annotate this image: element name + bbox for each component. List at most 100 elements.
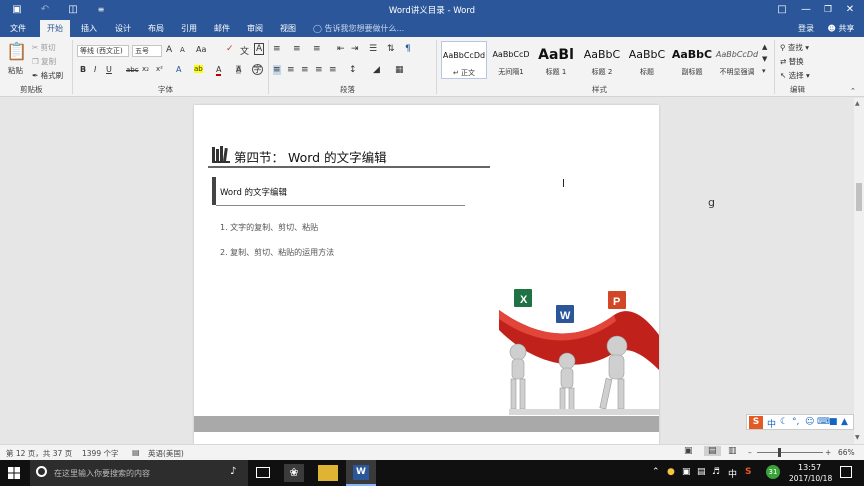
toolbox-icon[interactable]: ■ <box>829 417 838 427</box>
select-button[interactable]: ↖ 选择 ▾ <box>780 70 810 81</box>
restore-icon[interactable]: ❐ <box>818 2 838 18</box>
tray-app-icon[interactable]: ● <box>667 467 675 477</box>
increase-indent-icon[interactable]: ⇥ <box>351 44 359 54</box>
highlight-icon[interactable]: ab <box>194 65 203 73</box>
task-view-icon[interactable] <box>256 467 270 478</box>
style-subtitle[interactable]: AaBbC 副标题 <box>669 41 715 79</box>
find-button[interactable]: ⚲ 查找 ▾ <box>780 42 809 53</box>
styles-scroll-up-icon[interactable]: ▲ <box>762 43 767 51</box>
superscript-icon[interactable]: x² <box>156 65 163 73</box>
print-layout-icon[interactable]: ▤ <box>704 446 721 456</box>
taskbar-search-box[interactable]: 在这里输入你要搜索的内容 ♪ <box>30 460 248 486</box>
style-normal[interactable]: AaBbCcDd ↵ 正文 <box>441 41 487 79</box>
chinese-layout-icon[interactable]: ☰ <box>369 44 377 54</box>
borders-icon[interactable]: ▦ <box>395 65 404 75</box>
shading-icon[interactable]: ◢ <box>373 65 380 75</box>
style-title[interactable]: AaBbC 标题 <box>624 41 670 79</box>
bold-icon[interactable]: B <box>80 65 86 74</box>
distribute-icon[interactable]: ≡ <box>329 65 337 75</box>
show-marks-icon[interactable]: ¶ <box>405 44 411 54</box>
line-spacing-icon[interactable]: ↕ <box>349 65 357 75</box>
language-indicator[interactable]: 英语(美国) <box>148 448 184 459</box>
multilevel-list-icon[interactable]: ≡ <box>313 44 321 54</box>
enclose-char-icon[interactable]: 字 <box>252 64 263 75</box>
tab-design[interactable]: 设计 <box>110 20 136 37</box>
style-no-spacing[interactable]: AaBbCcD 无间隔1 <box>488 41 534 79</box>
tray-monitor-icon[interactable]: ▤ <box>697 467 706 477</box>
scroll-up-icon[interactable]: ▲ <box>855 100 860 107</box>
signin-link[interactable]: 登录 <box>793 20 819 37</box>
font-color-icon[interactable]: A <box>216 65 222 76</box>
clock-time[interactable]: 13:57 <box>798 463 821 472</box>
document-page[interactable]: 第四节： Word 的文字编辑 Word 的文字编辑 1. 文字的复制、剪切、粘… <box>194 105 659 444</box>
tab-home[interactable]: 开始 <box>40 20 70 37</box>
word-taskbar-button[interactable]: W <box>346 460 376 486</box>
font-size-combo[interactable]: 五号 <box>132 45 162 57</box>
tray-expand-icon[interactable]: ⌃ <box>652 467 660 477</box>
vertical-scrollbar[interactable]: ▲ ▼ <box>854 98 864 444</box>
ribbon-display-icon[interactable]: □ <box>772 2 792 18</box>
char-shading-icon[interactable]: A <box>236 65 242 74</box>
page-count[interactable]: 第 12 页，共 37 页 <box>6 448 72 459</box>
scroll-down-icon[interactable]: ▼ <box>855 434 860 441</box>
zoom-in-icon[interactable]: + <box>825 448 831 457</box>
zoom-out-icon[interactable]: – <box>748 448 752 457</box>
subscript-icon[interactable]: x₂ <box>142 65 149 73</box>
tab-layout[interactable]: 布局 <box>143 20 169 37</box>
ime-chinese-mode[interactable]: 中 <box>767 417 776 430</box>
minimize-icon[interactable]: — <box>796 2 816 18</box>
zoom-percent[interactable]: 66% <box>838 448 855 457</box>
format-painter-button[interactable]: ✒ 格式刷 <box>32 70 63 81</box>
decrease-indent-icon[interactable]: ⇤ <box>337 44 345 54</box>
grow-font-icon[interactable]: A <box>166 45 172 55</box>
justify-icon[interactable]: ≡ <box>315 65 323 75</box>
tab-mailings[interactable]: 邮件 <box>209 20 235 37</box>
web-layout-icon[interactable]: ▥ <box>728 446 737 456</box>
sort-icon[interactable]: ⇅ <box>387 44 395 54</box>
underline-icon[interactable]: U <box>106 65 112 74</box>
char-border-icon[interactable]: A <box>254 43 265 55</box>
tab-review[interactable]: 审阅 <box>242 20 268 37</box>
ime-tray-indicator[interactable]: 中 <box>728 467 737 480</box>
proofing-icon[interactable]: ▤ <box>132 448 140 457</box>
ime-toolbar[interactable]: S 中 ☾ °, ☺ ⌨ ■ ▲ <box>746 414 854 430</box>
moon-icon[interactable]: ☾ <box>780 417 788 427</box>
shrink-font-icon[interactable]: A <box>180 46 185 54</box>
zoom-slider-track[interactable] <box>757 452 823 453</box>
close-icon[interactable]: ✕ <box>840 2 860 18</box>
sogou-tray-icon[interactable]: S <box>745 467 751 477</box>
font-name-combo[interactable]: 等线 (西文正) <box>77 45 129 57</box>
volume-icon[interactable]: ♬ <box>712 467 720 477</box>
tab-file[interactable]: 文件 <box>4 20 32 37</box>
tab-view[interactable]: 视图 <box>275 20 301 37</box>
scroll-thumb[interactable] <box>856 183 862 211</box>
bullets-icon[interactable]: ≡ <box>273 44 281 54</box>
smile-icon[interactable]: ☺ <box>805 417 814 427</box>
collapse-ribbon-icon[interactable]: ⌃ <box>850 87 856 95</box>
copy-button[interactable]: ❐ 复制 <box>32 56 56 67</box>
phonetic-guide-icon[interactable]: 文 <box>240 44 249 57</box>
tab-references[interactable]: 引用 <box>176 20 202 37</box>
file-explorer-icon[interactable] <box>318 465 338 481</box>
text-effects-icon[interactable]: A <box>176 65 181 74</box>
replace-button[interactable]: ⇄ 替换 <box>780 56 804 67</box>
strikethrough-icon[interactable]: abc <box>126 66 139 74</box>
tell-me-box[interactable]: ◯ 告诉我您想要做什么... <box>313 20 404 37</box>
cut-button[interactable]: ✂ 剪切 <box>32 42 56 53</box>
tab-insert[interactable]: 插入 <box>76 20 102 37</box>
app-icon[interactable]: ❀ <box>284 464 304 482</box>
punctuation-icon[interactable]: °, <box>792 417 799 427</box>
word-count[interactable]: 1399 个字 <box>82 448 118 459</box>
style-heading1[interactable]: AaBl 标题 1 <box>533 41 579 79</box>
style-subtle-emphasis[interactable]: AaBbCcDd 不明显强调 <box>714 41 760 79</box>
styles-more-icon[interactable]: ▾ <box>762 67 766 75</box>
paste-icon[interactable]: 📋 <box>6 42 27 64</box>
paste-button[interactable]: 粘贴 <box>8 65 23 76</box>
clock-date[interactable]: 2017/10/18 <box>789 474 832 483</box>
microphone-icon[interactable]: ♪ <box>230 466 236 477</box>
align-center-icon[interactable]: ≡ <box>287 65 295 75</box>
tray-network-icon[interactable]: ▣ <box>682 467 691 477</box>
shirt-icon[interactable]: ▲ <box>841 417 848 427</box>
share-button[interactable]: ☻ 共享 <box>822 20 860 37</box>
zoom-slider-thumb[interactable] <box>777 448 781 457</box>
